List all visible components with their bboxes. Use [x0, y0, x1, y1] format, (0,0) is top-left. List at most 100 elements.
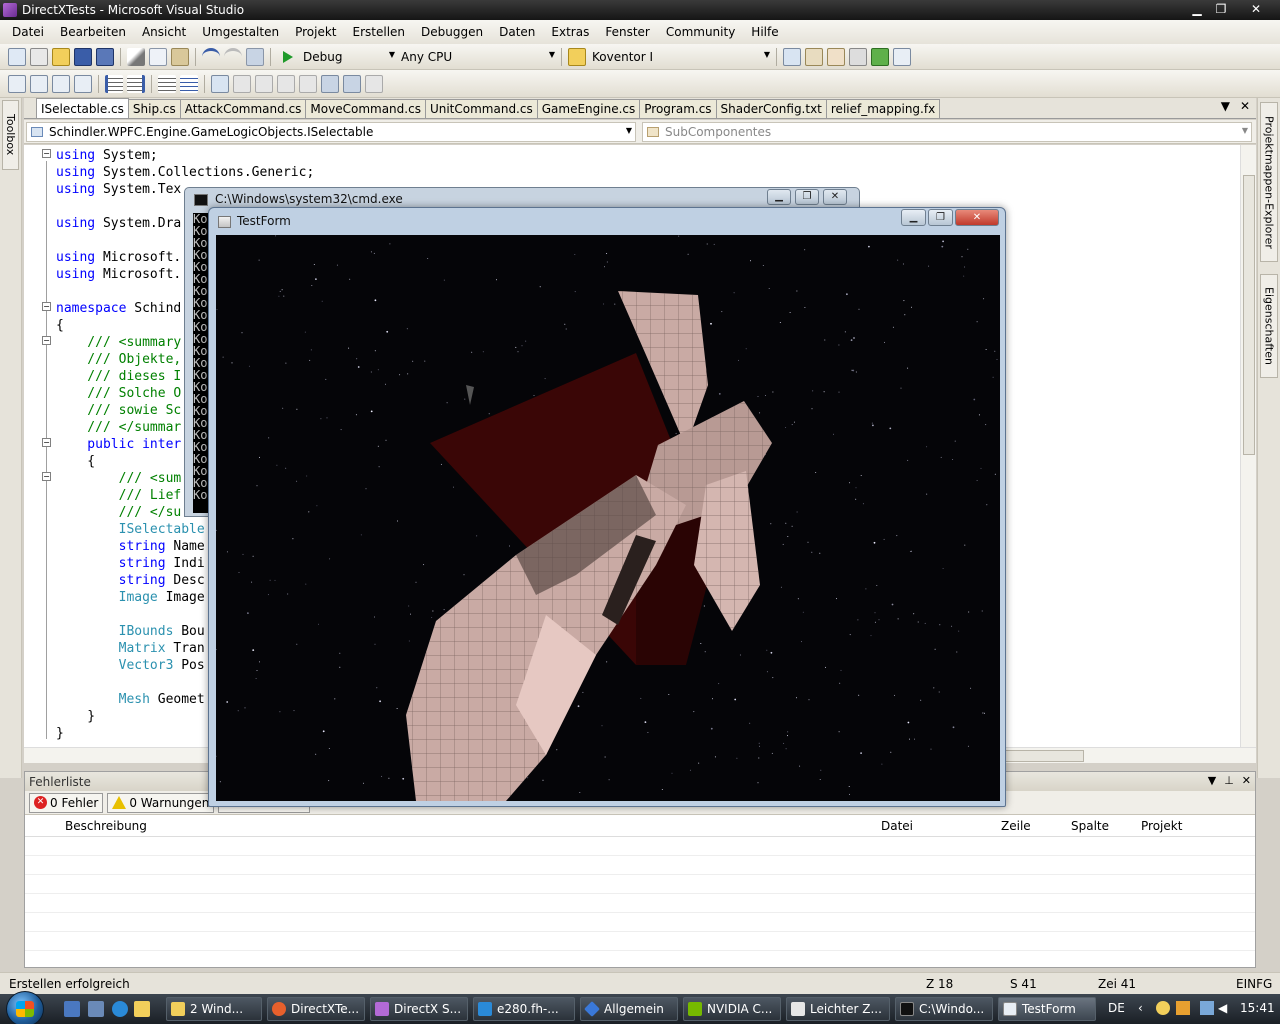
properties-tab[interactable]: Eigenschaften [1260, 274, 1278, 378]
save-all-icon[interactable] [96, 47, 114, 66]
start-debug-icon[interactable] [283, 50, 293, 63]
menu-ansicht[interactable]: Ansicht [134, 25, 194, 39]
panel-close-icon[interactable]: ✕ [1242, 774, 1251, 787]
column-datei[interactable]: Datei [881, 819, 913, 833]
scroll-thumb[interactable] [1243, 175, 1255, 455]
new-project-icon[interactable] [8, 47, 26, 66]
start-page-icon[interactable] [871, 47, 889, 66]
tab-iselectable-cs[interactable]: ISelectable.cs [36, 98, 129, 118]
testform-maximize-button[interactable]: ❐ [928, 209, 953, 226]
save-icon[interactable] [74, 47, 92, 66]
taskbar-item-allgemein[interactable]: Allgemein [580, 997, 678, 1021]
tab-movecommand-cs[interactable]: MoveCommand.cs [305, 99, 426, 118]
window-icon[interactable] [893, 47, 911, 66]
menu-community[interactable]: Community [658, 25, 743, 39]
type-combo[interactable]: Schindler.WPFC.Engine.GameLogicObjects.I… [26, 122, 636, 142]
taskbar-item-nvidia[interactable]: NVIDIA C... [683, 997, 781, 1021]
testform-minimize-button[interactable]: ▁ [901, 209, 926, 226]
menu-extras[interactable]: Extras [543, 25, 597, 39]
column-beschreibung[interactable]: Beschreibung [65, 819, 147, 833]
menu-projekt[interactable]: Projekt [287, 25, 344, 39]
solution-explorer-icon[interactable] [783, 47, 801, 66]
solution-explorer-tab[interactable]: Projektmappen-Explorer [1260, 102, 1278, 262]
copy-icon[interactable] [149, 47, 167, 66]
tab-unitcommand-cs[interactable]: UnitCommand.cs [424, 99, 538, 118]
tray-app-icon[interactable] [1176, 1001, 1190, 1015]
platform-combo[interactable]: Any CPU ▼ [397, 47, 557, 67]
bookmark-toggle-icon[interactable] [211, 74, 229, 93]
volume-icon[interactable]: ◀ [1218, 1001, 1227, 1015]
tab-gameengine-cs[interactable]: GameEngine.cs [536, 99, 641, 118]
menu-hilfe[interactable]: Hilfe [743, 25, 786, 39]
clock[interactable]: 15:41 [1240, 1001, 1275, 1015]
bookmark-next-doc-icon[interactable] [343, 74, 361, 93]
add-item-icon[interactable] [30, 47, 48, 66]
taskbar-item-directxtests[interactable]: DirectXTe... [267, 997, 365, 1021]
comment-out-icon[interactable] [158, 74, 176, 93]
object-members-icon[interactable] [8, 74, 26, 93]
close-button[interactable]: ✕ [1236, 0, 1276, 18]
parameter-info-icon[interactable] [30, 74, 48, 93]
network-icon[interactable] [1200, 1001, 1214, 1015]
warnings-filter-button[interactable]: 0 Warnungen [107, 792, 215, 813]
configuration-combo[interactable]: Debug ▼ [299, 47, 397, 67]
taskbar-item-e280[interactable]: e280.fh-... [473, 997, 575, 1021]
tab-list-chevron-icon[interactable]: ▼ [1221, 99, 1230, 113]
tab-attackcommand-cs[interactable]: AttackCommand.cs [179, 99, 307, 118]
undo-icon[interactable] [202, 47, 220, 66]
internet-explorer-icon[interactable] [112, 1001, 128, 1017]
properties-icon[interactable] [805, 47, 823, 66]
menu-erstellen[interactable]: Erstellen [345, 25, 414, 39]
maximize-button[interactable]: ❐ [1208, 0, 1234, 18]
bookmark-prev-folder-icon[interactable] [277, 74, 295, 93]
tray-app-icon[interactable] [1156, 1001, 1170, 1015]
toolbox-tab[interactable]: Toolbox [2, 100, 19, 170]
menu-umgestalten[interactable]: Umgestalten [194, 25, 287, 39]
errors-filter-button[interactable]: ✕ 0 Fehler [29, 792, 104, 813]
bookmark-prev-doc-icon[interactable] [321, 74, 339, 93]
minimize-button[interactable]: ▁ [1184, 0, 1210, 18]
tab-shaderconfig-txt[interactable]: ShaderConfig.txt [715, 99, 827, 118]
bookmark-next-folder-icon[interactable] [299, 74, 317, 93]
taskbar-item-directx-s[interactable]: DirectX S... [370, 997, 468, 1021]
navigate-icon[interactable] [246, 47, 264, 66]
close-document-icon[interactable]: ✕ [1240, 99, 1250, 113]
tab-program-cs[interactable]: Program.cs [639, 99, 717, 118]
taskbar-item-cmd[interactable]: C:\Windo... [895, 997, 993, 1021]
column-spalte[interactable]: Spalte [1071, 819, 1109, 833]
redo-icon[interactable] [224, 47, 242, 66]
paste-icon[interactable] [171, 47, 189, 66]
menu-bearbeiten[interactable]: Bearbeiten [52, 25, 134, 39]
directx-viewport[interactable] [216, 235, 1000, 801]
cmd-close-button[interactable]: ✕ [823, 189, 847, 205]
code-line[interactable]: using System.Collections.Generic; [56, 164, 314, 181]
show-desktop-icon[interactable] [64, 1001, 80, 1017]
find-combo[interactable]: Koventor I ▼ [588, 47, 772, 67]
find-in-files-icon[interactable] [568, 47, 586, 66]
cut-icon[interactable] [127, 47, 145, 66]
code-line[interactable]: using System; [56, 147, 314, 164]
panel-menu-icon[interactable]: ▼ [1208, 774, 1216, 787]
taskbar-item-leichter-z[interactable]: Leichter Z... [786, 997, 890, 1021]
menu-datei[interactable]: Datei [4, 25, 52, 39]
cmd-maximize-button[interactable]: ❐ [795, 189, 819, 205]
taskbar-item-windows-group[interactable]: 2 Wind... [166, 997, 262, 1021]
pin-icon[interactable]: ⊥ [1224, 774, 1234, 787]
object-browser-icon[interactable] [827, 47, 845, 66]
increase-indent-icon[interactable] [127, 74, 145, 93]
bookmark-next-icon[interactable] [255, 74, 273, 93]
quick-info-icon[interactable] [52, 74, 70, 93]
testform-close-button[interactable]: ✕ [955, 209, 999, 226]
collapse-icon[interactable]: − [42, 302, 51, 311]
quick-launch-icon[interactable] [134, 1001, 150, 1017]
testform-window[interactable]: TestForm ▁ ❐ ✕ [208, 207, 1006, 807]
bookmark-prev-icon[interactable] [233, 74, 251, 93]
decrease-indent-icon[interactable] [105, 74, 123, 93]
cmd-minimize-button[interactable]: ▁ [767, 189, 791, 205]
switch-windows-icon[interactable] [88, 1001, 104, 1017]
column-zeile[interactable]: Zeile [1001, 819, 1031, 833]
taskbar-item-testform[interactable]: TestForm [998, 997, 1096, 1021]
open-folder-icon[interactable] [52, 47, 70, 66]
uncomment-icon[interactable] [180, 74, 198, 93]
tab-ship-cs[interactable]: Ship.cs [127, 99, 181, 118]
